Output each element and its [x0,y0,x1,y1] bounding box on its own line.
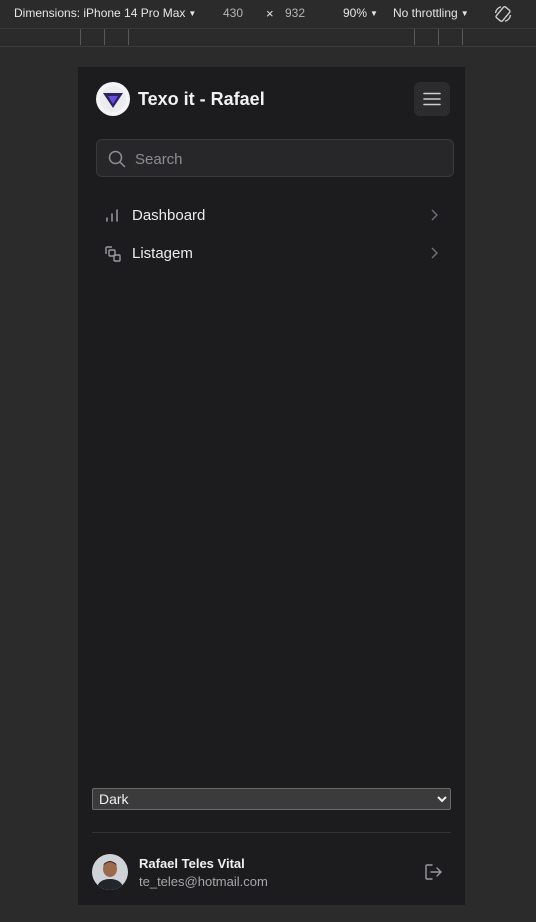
search-icon [108,150,126,168]
theme-select[interactable]: Dark [92,788,451,810]
user-name: Rafael Teles Vital [139,856,245,871]
bar-chart-icon [106,209,118,222]
nav-item-listagem[interactable]: Listagem [96,237,454,271]
devtools-toolbar: Dimensions: iPhone 14 Pro Max ▼ 430 × 932… [0,0,536,29]
app-sidebar: Texo it - Rafael Dashboard [78,67,465,905]
ruler-tick [128,29,129,45]
chevron-right-icon [431,247,438,259]
nav-item-dashboard[interactable]: Dashboard [96,199,454,233]
zoom-dropdown[interactable]: 90% ▼ [343,6,378,20]
user-email: te_teles@hotmail.com [139,874,268,889]
rotate-icon[interactable] [493,4,513,24]
throttling-label: No throttling [393,6,458,20]
dimensions-dropdown[interactable]: Dimensions: iPhone 14 Pro Max ▼ [14,6,196,20]
ruler-tick [80,29,81,45]
throttling-dropdown[interactable]: No throttling ▼ [393,6,469,20]
device-ruler [0,29,536,47]
caret-down-icon: ▼ [460,9,469,18]
height-input[interactable]: 932 [285,6,305,20]
hamburger-icon [423,92,441,106]
ruler-tick [462,29,463,45]
logout-icon[interactable] [425,864,443,880]
search-box [96,139,454,178]
nav-item-label: Listagem [132,245,193,262]
nav-item-label: Dashboard [132,207,206,224]
chevron-right-icon [431,209,438,221]
ruler-tick [104,29,105,45]
times-icon: × [266,6,274,21]
divider [92,832,451,833]
caret-down-icon: ▼ [370,9,378,18]
ruler-tick [438,29,439,45]
ruler-tick [414,29,415,45]
dimensions-label: Dimensions: iPhone 14 Pro Max [14,6,186,20]
avatar [92,854,128,890]
copy-icon [105,246,121,262]
menu-button[interactable] [414,82,450,116]
caret-down-icon: ▼ [188,9,197,18]
app-title: Texo it - Rafael [138,89,265,109]
zoom-label: 90% [343,6,368,20]
triangle-logo-icon[interactable] [96,82,130,116]
search-input[interactable] [133,140,437,178]
width-input[interactable]: 430 [223,6,243,20]
